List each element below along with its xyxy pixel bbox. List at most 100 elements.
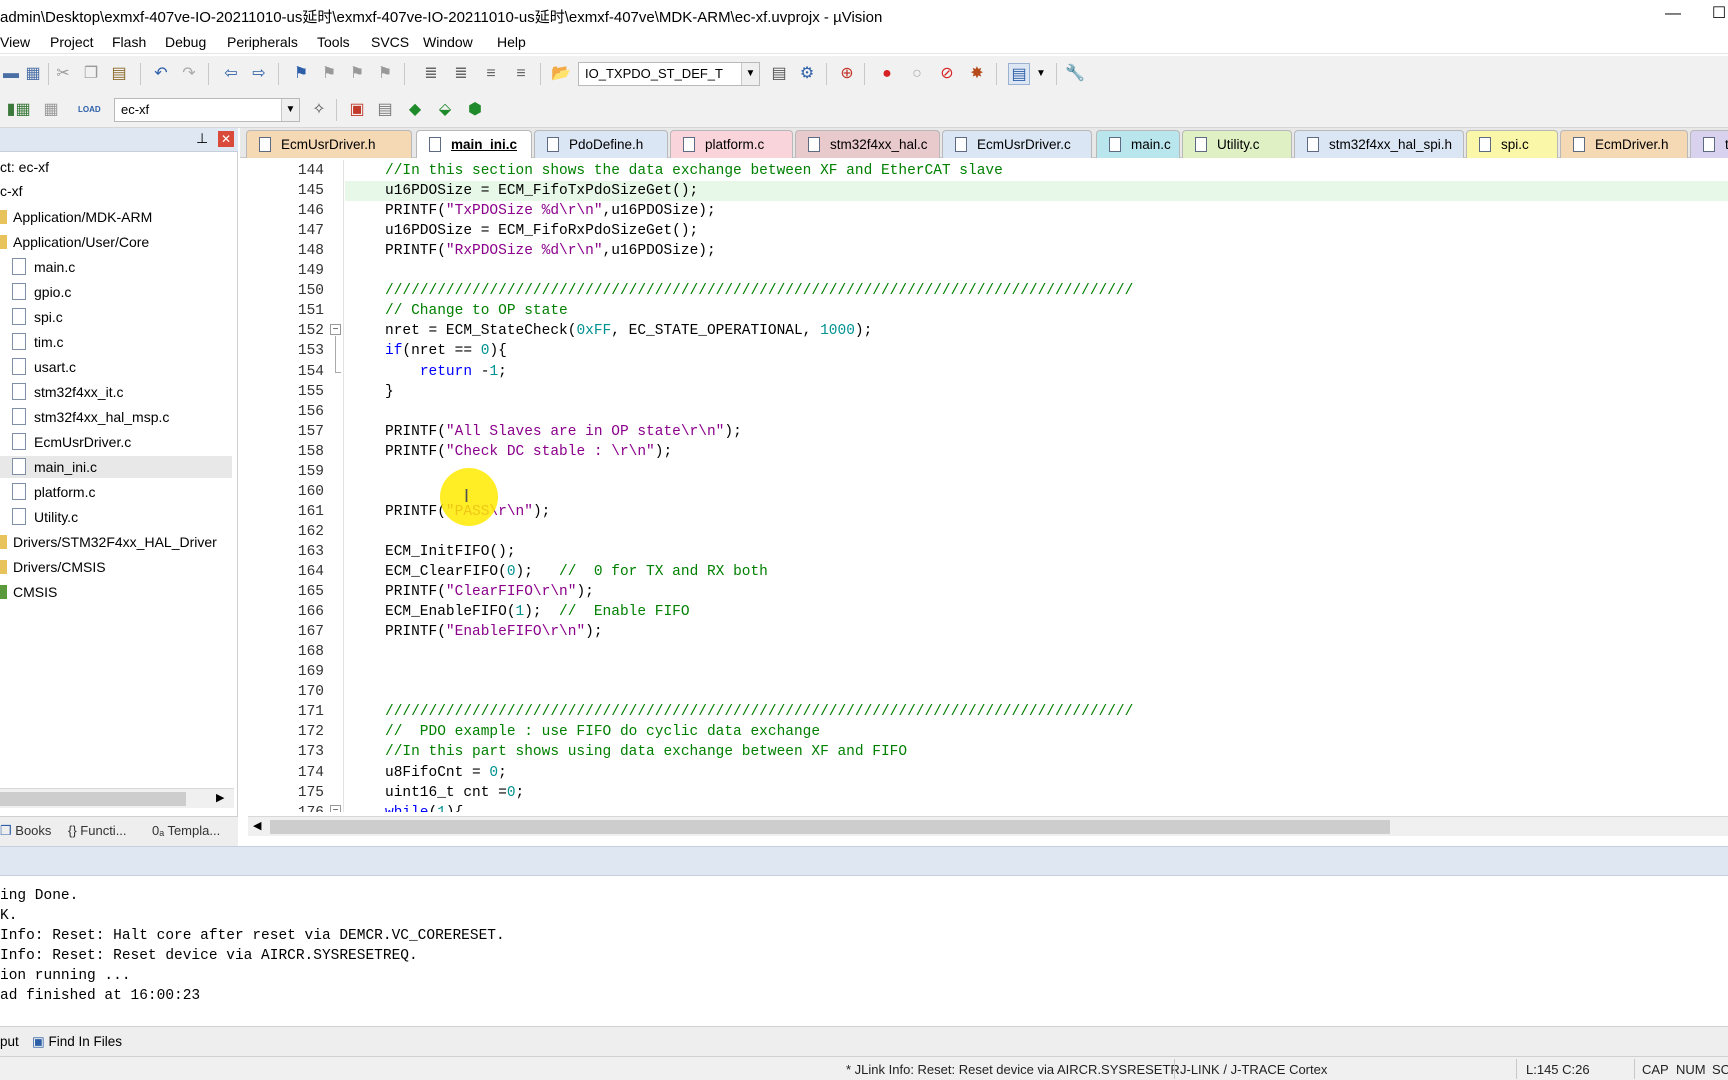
- bookmark-clear-icon[interactable]: ⚑: [374, 63, 396, 85]
- project-file[interactable]: spi.c: [12, 306, 63, 328]
- code-line[interactable]: uint16_t cnt =0;: [385, 783, 524, 803]
- scrollbar-thumb[interactable]: [270, 820, 1390, 834]
- file-tab[interactable]: PdoDefine.h: [534, 130, 668, 158]
- file-tab[interactable]: EcmUsrDriver.h: [246, 130, 412, 158]
- code-line[interactable]: ////////////////////////////////////////…: [385, 702, 1133, 722]
- menu-project[interactable]: Project: [50, 34, 94, 50]
- file-tab[interactable]: main_ini.c: [416, 130, 532, 158]
- project-group[interactable]: Application/MDK-ARM: [0, 206, 152, 228]
- options-for-target-icon[interactable]: ✧: [308, 99, 330, 121]
- file-tab[interactable]: stm32f4xx_hal.c: [795, 130, 940, 158]
- project-file[interactable]: EcmUsrDriver.c: [12, 431, 131, 453]
- menu-debug[interactable]: Debug: [165, 34, 206, 50]
- code-line[interactable]: PRINTF("TxPDOSize %d\r\n",u16PDOSize);: [385, 201, 716, 221]
- cut-icon[interactable]: ✂: [52, 63, 74, 85]
- bookmark-next-icon[interactable]: ⚑: [346, 63, 368, 85]
- chevron-down-icon[interactable]: ▼: [1030, 63, 1052, 85]
- tab-find-in-files[interactable]: ▣ Find In Files: [32, 1034, 122, 1050]
- code-line[interactable]: // Change to OP state: [385, 301, 568, 321]
- project-file[interactable]: platform.c: [12, 481, 95, 503]
- code-line[interactable]: ////////////////////////////////////////…: [385, 281, 1133, 301]
- build-icon[interactable]: ▦: [12, 99, 34, 121]
- find-in-files-icon[interactable]: 📂: [550, 63, 572, 85]
- tab-books[interactable]: ❒ Books: [0, 823, 51, 839]
- maximize-button[interactable]: ☐: [1696, 0, 1728, 30]
- code-line[interactable]: nret = ECM_StateCheck(0xFF, EC_STATE_OPE…: [385, 321, 872, 341]
- file-tab[interactable]: stm32f4xx_hal_spi.h: [1294, 130, 1464, 158]
- code-line[interactable]: }: [385, 382, 394, 402]
- save-icon[interactable]: ▬: [0, 63, 22, 85]
- comment-icon[interactable]: ≡: [480, 63, 502, 85]
- menu-peripherals[interactable]: Peripherals: [227, 34, 298, 50]
- file-tab[interactable]: ti: [1690, 130, 1728, 158]
- redo-icon[interactable]: ↷: [178, 63, 200, 85]
- minimize-button[interactable]: —: [1650, 0, 1696, 30]
- unindent-icon[interactable]: ≣: [450, 63, 472, 85]
- file-tab[interactable]: EcmUsrDriver.c: [942, 130, 1092, 158]
- fold-collapse-icon[interactable]: −: [330, 324, 341, 335]
- build-output[interactable]: ing Done. K. Info: Reset: Halt core after …: [0, 876, 1728, 1004]
- project-file[interactable]: tim.c: [12, 331, 64, 353]
- debug-start-icon[interactable]: ⊕: [836, 63, 858, 85]
- file-tab[interactable]: EcmDriver.h: [1560, 130, 1688, 158]
- project-group[interactable]: Application/User/Core: [0, 231, 149, 253]
- project-file[interactable]: Utility.c: [12, 506, 78, 528]
- code-line[interactable]: PRINTF("ClearFIFO\r\n");: [385, 582, 594, 602]
- indent-icon[interactable]: ≣: [420, 63, 442, 85]
- code-line[interactable]: ECM_EnableFIFO(1); // Enable FIFO: [385, 602, 690, 622]
- code-line[interactable]: //In this section shows the data exchang…: [385, 161, 1003, 181]
- file-tab[interactable]: main.c: [1096, 130, 1180, 158]
- tab-build-output[interactable]: put: [0, 1034, 19, 1049]
- editor-horizontal-scrollbar[interactable]: ◀: [248, 816, 1728, 836]
- menu-window[interactable]: Window: [423, 34, 473, 50]
- nav-back-icon[interactable]: ⇦: [220, 63, 242, 85]
- undo-icon[interactable]: ↶: [150, 63, 172, 85]
- scrollbar-thumb[interactable]: [0, 792, 186, 806]
- close-icon[interactable]: ✕: [218, 131, 234, 147]
- find-icon[interactable]: ▤: [768, 63, 790, 85]
- code-line[interactable]: // PDO example : use FIFO do cyclic data…: [385, 722, 820, 742]
- menu-svcs[interactable]: SVCS: [371, 34, 409, 50]
- chevron-down-icon[interactable]: ▼: [281, 99, 299, 121]
- save-all-icon[interactable]: ▦: [22, 63, 44, 85]
- code-line[interactable]: if(nret == 0){: [385, 341, 507, 361]
- project-file[interactable]: usart.c: [12, 356, 76, 378]
- load-icon[interactable]: LOAD: [78, 99, 101, 121]
- project-horizontal-scrollbar[interactable]: ▶: [0, 788, 234, 808]
- code-line[interactable]: u16PDOSize = ECM_FifoRxPdoSizeGet();: [385, 221, 698, 241]
- menu-flash[interactable]: Flash: [112, 34, 146, 50]
- incremental-find-icon[interactable]: ⚙: [796, 63, 818, 85]
- uncomment-icon[interactable]: ≡: [510, 63, 532, 85]
- pin-icon[interactable]: ⊥: [196, 130, 208, 147]
- rebuild-icon[interactable]: ▦: [40, 99, 62, 121]
- select-packs-icon[interactable]: ▤: [374, 99, 396, 121]
- file-tab[interactable]: spi.c: [1466, 130, 1558, 158]
- code-line[interactable]: ECM_InitFIFO();: [385, 542, 516, 562]
- menu-help[interactable]: Help: [497, 34, 526, 50]
- manage-rte-icon[interactable]: ⬙: [434, 99, 456, 121]
- configure-icon[interactable]: 🔧: [1064, 63, 1086, 85]
- project-file[interactable]: gpio.c: [12, 281, 71, 303]
- pack-installer-icon[interactable]: ◆: [404, 99, 426, 121]
- tab-functions[interactable]: {} Functi...: [68, 823, 127, 838]
- project-group[interactable]: CMSIS: [0, 581, 57, 603]
- nav-forward-icon[interactable]: ⇨: [248, 63, 270, 85]
- code-line[interactable]: return -1;: [385, 362, 507, 382]
- fold-collapse-icon[interactable]: −: [330, 805, 341, 812]
- code-line[interactable]: //In this part shows using data exchange…: [385, 742, 907, 762]
- breakpoint-disable-all-icon[interactable]: ⊘: [936, 63, 958, 85]
- scroll-left-icon[interactable]: ◀: [253, 819, 261, 832]
- code-line[interactable]: PRINTF("RxPDOSize %d\r\n",u16PDOSize);: [385, 241, 716, 261]
- file-tab[interactable]: Utility.c: [1182, 130, 1292, 158]
- paste-icon[interactable]: ▤: [108, 63, 130, 85]
- manage-project-icon[interactable]: ▣: [346, 99, 368, 121]
- project-target[interactable]: c-xf: [0, 180, 23, 202]
- file-tab[interactable]: platform.c: [670, 130, 793, 158]
- window-layout-icon[interactable]: ▤: [1008, 63, 1030, 85]
- bookmark-icon[interactable]: ⚑: [290, 63, 312, 85]
- tab-templates[interactable]: 0ₐ Templa...: [152, 823, 220, 838]
- menu-view[interactable]: View: [0, 34, 30, 50]
- breakpoint-kill-all-icon[interactable]: ✸: [966, 63, 988, 85]
- project-group[interactable]: Drivers/STM32F4xx_HAL_Driver: [0, 531, 217, 553]
- target-combo[interactable]: ec-xf ▼: [114, 98, 300, 122]
